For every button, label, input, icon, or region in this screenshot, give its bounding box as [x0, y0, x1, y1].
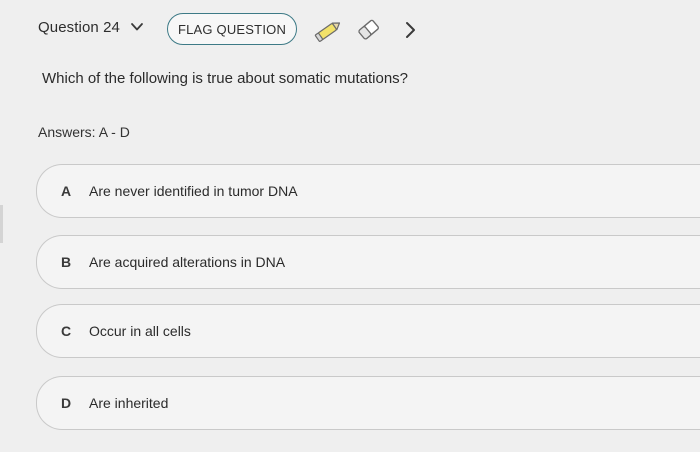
question-selector[interactable]: Question 24	[38, 16, 144, 38]
left-edge-divider	[0, 205, 3, 243]
answers-range-label: Answers: A - D	[38, 124, 130, 140]
option-text: Are acquired alterations in DNA	[89, 254, 286, 270]
chevron-down-icon	[131, 23, 143, 31]
answer-option-b[interactable]: B Are acquired alterations in DNA	[36, 235, 700, 289]
pencil-icon[interactable]	[312, 18, 344, 44]
option-text: Occur in all cells	[89, 323, 191, 339]
answer-option-c[interactable]: C Occur in all cells	[36, 304, 700, 358]
option-text: Are inherited	[89, 395, 169, 411]
option-letter: D	[61, 395, 72, 411]
question-number: Question 24	[38, 18, 120, 36]
option-text: Are never identified in tumor DNA	[89, 183, 298, 199]
chevron-right-icon[interactable]	[403, 20, 417, 40]
option-letter: A	[61, 183, 72, 199]
question-header: Question 24 FLAG QUESTION	[0, 0, 700, 60]
answer-option-d[interactable]: D Are inherited	[36, 376, 700, 430]
flag-question-button[interactable]: FLAG QUESTION	[167, 13, 297, 45]
option-letter: C	[61, 323, 72, 339]
eraser-icon[interactable]	[356, 16, 382, 44]
option-letter: B	[61, 254, 72, 270]
question-text: Which of the following is true about som…	[42, 70, 409, 87]
answer-option-a[interactable]: A Are never identified in tumor DNA	[36, 164, 700, 218]
